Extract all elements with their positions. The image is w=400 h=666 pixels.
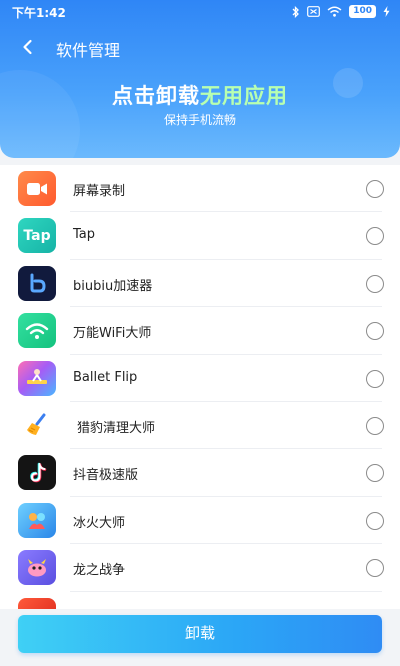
select-radio[interactable] [366,511,384,530]
wifi-signal-icon [327,6,342,17]
app-name: 龙之战争 [73,563,126,579]
list-item[interactable]: 万能WiFi大师 [0,307,400,355]
select-radio[interactable] [366,369,384,388]
subtitle: 保持手机流畅 [163,113,236,127]
page-title: 软件管理 [56,41,121,60]
wifi-icon [18,313,56,349]
headline-accent: 无用应用 [200,84,288,108]
biubiu-icon [18,265,56,301]
headline: 点击卸载无用应用 [0,80,400,110]
battery-level: 100 [349,5,376,18]
list-item[interactable]: biubiu加速器 [0,260,400,308]
sim-icon [307,6,321,17]
list-item[interactable]: 龙之战争 [0,544,400,592]
select-radio[interactable] [366,274,384,293]
app-name: 抖音极速版 [73,468,139,484]
ice-fire-icon [18,502,56,538]
list-item[interactable] [0,592,400,609]
app-name: 屏幕录制 [73,184,126,199]
ballet-flip-icon [18,360,56,396]
tap-icon: Tap [18,218,56,254]
status-bar: 下午1:42 100 [0,0,400,24]
status-icons: 100 [292,5,390,18]
dragon-icon [18,550,56,586]
bluetooth-icon [292,5,300,18]
list-item[interactable]: 冰火大师 [0,497,400,545]
app-name: 猎豹清理大师 [77,420,156,436]
list-item[interactable]: Ballet Flip [0,355,400,402]
charging-icon [383,6,390,17]
list-item[interactable]: Tap Tap [0,212,400,260]
header: 下午1:42 100 软件管理 点击卸载无用应用 保持手机流畅 [0,0,400,158]
list-item[interactable]: 屏幕录制 [0,165,400,213]
app-name: Tap [73,227,96,243]
select-radio[interactable] [366,227,384,246]
list-item[interactable]: 猎豹清理大师 [0,402,400,450]
tap-logo-text: Tap [23,227,51,244]
uninstall-button[interactable]: 卸载 [18,615,382,653]
select-radio[interactable] [366,322,384,341]
app-name: 万能WiFi大师 [73,326,152,342]
douyin-icon [18,455,56,491]
select-radio[interactable] [366,180,384,198]
headline-white: 点击卸载 [112,84,200,108]
status-time: 下午1:42 [12,6,66,20]
app-name: biubiu加速器 [73,278,153,294]
select-radio[interactable] [366,559,384,578]
back-arrow-icon[interactable] [18,37,38,57]
list-item[interactable]: 抖音极速版 [0,449,400,497]
broom-icon [18,407,56,443]
select-radio[interactable] [366,416,384,435]
partial-app-icon [18,597,56,609]
select-radio[interactable] [366,464,384,483]
app-name: 冰火大师 [73,515,126,531]
app-name: Ballet Flip [73,369,138,385]
screen-recorder-icon [18,171,56,206]
app-list: 屏幕录制 Tap Tap biubiu加速器 万能WiFi大师 Ballet F… [0,165,400,609]
